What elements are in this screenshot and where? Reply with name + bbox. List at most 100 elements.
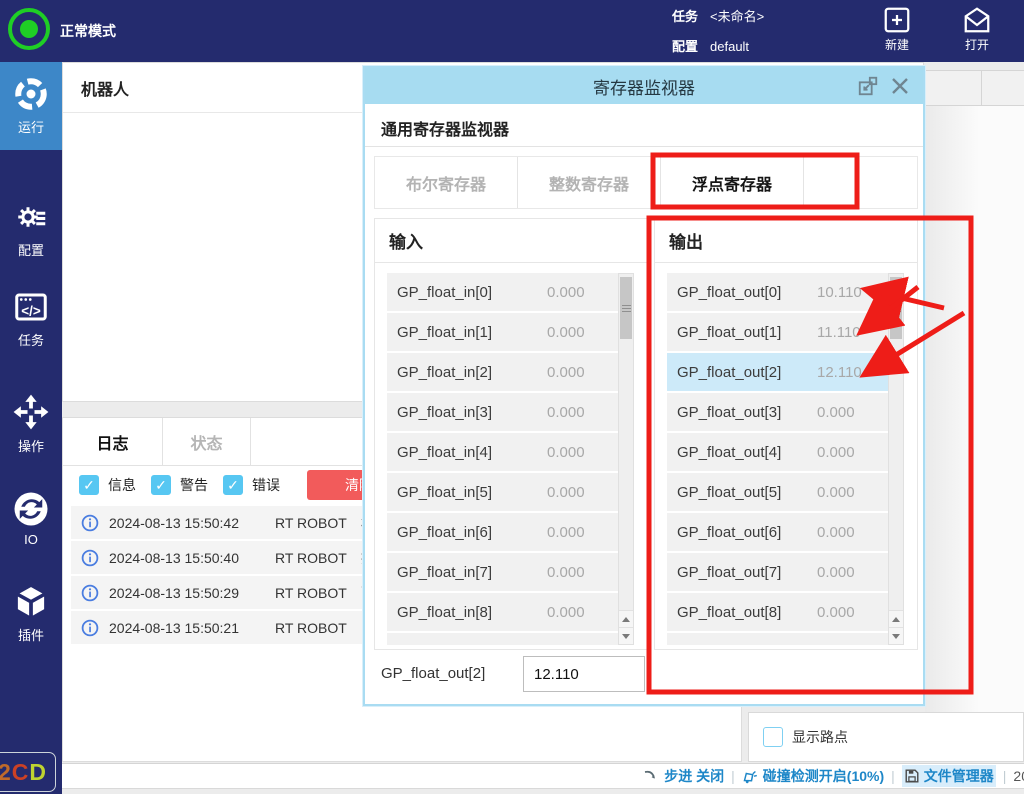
open-button-label: 打开 xyxy=(949,36,1005,53)
scroll-down-button[interactable] xyxy=(619,627,633,644)
register-name: GP_float_in[2] xyxy=(397,364,492,381)
collision-icon xyxy=(742,768,759,784)
log-source: RT ROBOT xyxy=(275,585,353,601)
editor-register-label: GP_float_out[2] xyxy=(381,656,485,692)
dialog-titlebar[interactable]: 寄存器监视器 xyxy=(365,68,923,104)
task-label: 任务 xyxy=(672,9,698,24)
input-column-title: 输入 xyxy=(375,219,647,263)
register-value: 0.000 xyxy=(547,524,585,541)
register-value: 0.000 xyxy=(547,364,585,381)
mode-status-icon xyxy=(8,8,50,50)
tabbar-filler xyxy=(804,157,917,208)
register-name: GP_float_out[4] xyxy=(677,444,781,461)
info-icon xyxy=(81,619,99,637)
log-source: RT ROBOT xyxy=(275,515,353,531)
register-value: 0.000 xyxy=(547,484,585,501)
register-name: GP_float_out[7] xyxy=(677,564,781,581)
show-waypoints-label: 显示路点 xyxy=(792,727,848,747)
warning-checkbox[interactable]: ✓ xyxy=(151,475,171,495)
register-row[interactable]: GP_float_in[1] 0.000 xyxy=(387,313,618,351)
robot-right-tabstrip xyxy=(925,70,1024,106)
scrollbar-thumb[interactable] xyxy=(890,277,902,339)
collision-detect-label: 碰撞检测开启(10%) xyxy=(763,766,884,786)
tab-bool-register[interactable]: 布尔寄存器 xyxy=(375,157,518,208)
new-button[interactable]: 新建 xyxy=(869,5,925,53)
separator: | xyxy=(731,768,735,784)
dialog-title: 寄存器监视器 xyxy=(593,74,695,99)
open-button[interactable]: 打开 xyxy=(949,5,1005,53)
register-value-input[interactable] xyxy=(523,656,645,692)
divider xyxy=(365,146,923,147)
info-icon xyxy=(81,584,99,602)
sidebar-item-plugin[interactable]: 插件 xyxy=(0,570,62,658)
sidebar-item-label: 任务 xyxy=(18,330,44,349)
register-row[interactable]: GP_float_out[5] 0.000 xyxy=(667,473,888,511)
sidebar-item-task[interactable]: </> 任务 xyxy=(0,275,62,363)
step-icon xyxy=(644,769,660,783)
robot-view-area xyxy=(925,106,1024,712)
register-row[interactable]: GP_float_in[4] 0.000 xyxy=(387,433,618,471)
sidebar-item-label: 配置 xyxy=(18,240,44,259)
sidebar-item-operate[interactable]: 操作 xyxy=(0,380,62,468)
show-waypoints-checkbox[interactable] xyxy=(763,727,783,747)
tab-float-register[interactable]: 浮点寄存器 xyxy=(661,157,804,208)
file-manager-icon xyxy=(904,768,920,784)
tab-log[interactable]: 日志 xyxy=(63,418,163,466)
step-mode-item[interactable]: 步进 关闭 xyxy=(644,766,724,786)
register-row[interactable]: GP_float_in[6] 0.000 xyxy=(387,513,618,551)
mode-label: 正常模式 xyxy=(60,21,116,41)
output-scrollbar[interactable] xyxy=(888,273,904,645)
sidebar-item-io[interactable]: IO xyxy=(0,475,62,563)
register-name: GP_float_out[3] xyxy=(677,404,781,421)
scroll-down-button[interactable] xyxy=(889,627,903,644)
register-row[interactable]: GP_float_out[0] 10.110 xyxy=(667,273,888,311)
restore-window-icon[interactable] xyxy=(857,75,879,97)
collision-detect-item[interactable]: 碰撞检测开启(10%) xyxy=(742,766,884,786)
tab-status[interactable]: 状态 xyxy=(163,418,251,466)
register-row[interactable]: GP_float_out[4] 0.000 xyxy=(667,433,888,471)
close-icon[interactable] xyxy=(889,75,911,97)
register-name: GP_float_out[8] xyxy=(677,604,781,621)
output-register-column: 输出 GP_float_out[0] 10.110 GP_float_out[1… xyxy=(654,218,918,650)
register-row[interactable]: GP_float_out[6] 0.000 xyxy=(667,513,888,551)
register-row[interactable]: GP_float_out[2] 12.110 xyxy=(667,353,888,391)
output-scrollbar-slot xyxy=(888,273,904,645)
register-row[interactable]: GP_float_out[7] 0.000 xyxy=(667,553,888,591)
register-name: GP_float_in[0] xyxy=(397,284,492,301)
sidebar-item-config[interactable]: 配置 xyxy=(0,185,62,273)
logo-letter: D xyxy=(29,759,47,786)
info-checkbox[interactable]: ✓ xyxy=(79,475,99,495)
register-row[interactable]: GP_float_in[0] 0.000 xyxy=(387,273,618,311)
error-checkbox[interactable]: ✓ xyxy=(223,475,243,495)
register-monitor-dialog: 寄存器监视器 通用寄存器监视器 布尔寄存器 整数寄存器 浮点寄存器 输入 GP_… xyxy=(363,66,925,706)
output-register-list: GP_float_out[0] 10.110 GP_float_out[1] 1… xyxy=(667,273,905,645)
log-time: 2024-08-13 15:50:42 xyxy=(109,515,265,531)
register-value: 0.000 xyxy=(817,404,855,421)
register-row[interactable]: GP_float_in[3] 0.000 xyxy=(387,393,618,431)
input-scrollbar[interactable] xyxy=(618,273,634,645)
register-row[interactable]: GP_float_in[8] 0.000 xyxy=(387,593,618,631)
register-type-tabbar: 布尔寄存器 整数寄存器 浮点寄存器 xyxy=(374,156,918,209)
register-row[interactable]: GP_float_out[8] 0.000 xyxy=(667,593,888,631)
register-row[interactable]: GP_float_in[2] 0.000 xyxy=(387,353,618,391)
register-name: GP_float_out[2] xyxy=(677,364,781,381)
register-name: GP_float_in[8] xyxy=(397,604,492,621)
tab-int-register[interactable]: 整数寄存器 xyxy=(518,157,661,208)
register-value: 0.000 xyxy=(817,484,855,501)
register-value: 0.000 xyxy=(547,284,585,301)
register-value: 0.000 xyxy=(547,604,585,621)
config-icon xyxy=(13,199,49,235)
sidebar-item-run[interactable]: 运行 xyxy=(0,62,62,150)
register-row[interactable]: GP_float_out[3] 0.000 xyxy=(667,393,888,431)
run-icon xyxy=(13,76,49,112)
register-row[interactable]: GP_float_in[7] 0.000 xyxy=(387,553,618,591)
file-manager-item[interactable]: 文件管理器 xyxy=(902,765,996,787)
scroll-up-button[interactable] xyxy=(619,610,633,627)
register-row[interactable]: GP_float_in[5] 0.000 xyxy=(387,473,618,511)
register-row[interactable]: GP_float_out[1] 11.110 xyxy=(667,313,888,351)
scrollbar-thumb[interactable] xyxy=(620,277,632,339)
task-row: 任务<未命名> xyxy=(672,6,764,25)
clock-partial: 20 xyxy=(1013,768,1024,784)
info-checkbox-label: 信息 xyxy=(108,475,136,495)
scroll-up-button[interactable] xyxy=(889,610,903,627)
